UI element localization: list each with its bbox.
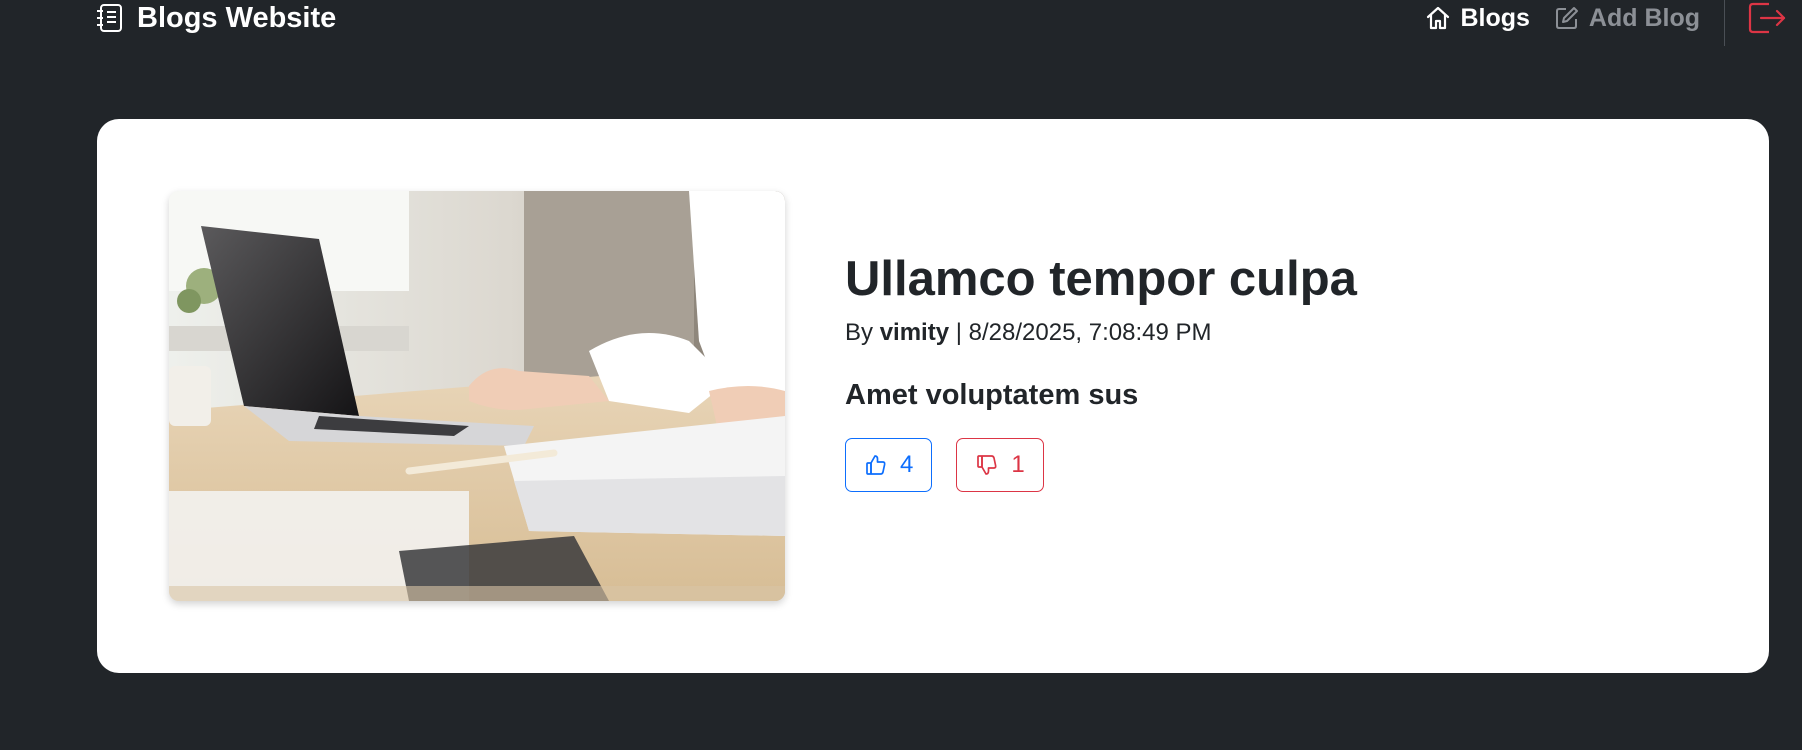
thumbs-down-icon [975,453,999,477]
reactions: 4 1 [845,438,1357,493]
journal-icon [95,3,125,33]
nav-link-blogs-label: Blogs [1460,3,1530,32]
pencil-square-icon [1554,5,1580,31]
post-date: 8/28/2025, 7:08:49 PM [968,319,1212,347]
brand-title: Blogs Website [137,1,337,34]
logout-icon [1747,0,1787,36]
meta-separator: | [955,319,962,347]
home-icon [1425,5,1451,31]
by-label: By [845,319,874,347]
blog-excerpt: Amet voluptatem sus [845,379,1139,412]
logout-button[interactable] [1747,0,1787,36]
nav-links: Blogs Add Blog [1425,0,1802,48]
nav-link-add-blog[interactable]: Add Blog [1554,0,1700,36]
thumbs-up-icon [864,453,888,477]
brand-link[interactable]: Blogs Website [95,0,336,36]
blog-meta: By vimity | 8/28/2025, 7:08:49 PM [845,319,1357,347]
like-count: 4 [900,451,914,479]
author-name: vimity [879,319,950,347]
blog-card: Ullamco tempor culpa By vimity | 8/28/20… [97,119,1769,673]
nav-divider [1724,0,1725,46]
blog-body: Ullamco tempor culpa By vimity | 8/28/20… [845,251,1357,493]
blog-image [169,191,785,601]
nav-link-blogs[interactable]: Blogs [1425,0,1530,36]
nav-link-add-blog-label: Add Blog [1588,3,1700,32]
blog-title[interactable]: Ullamco tempor culpa [845,251,1357,307]
dislike-count: 1 [1011,451,1025,479]
like-button[interactable]: 4 [845,438,933,493]
navbar: Blogs Website Blogs Add Blog [0,0,1802,60]
dislike-button[interactable]: 1 [956,438,1044,493]
